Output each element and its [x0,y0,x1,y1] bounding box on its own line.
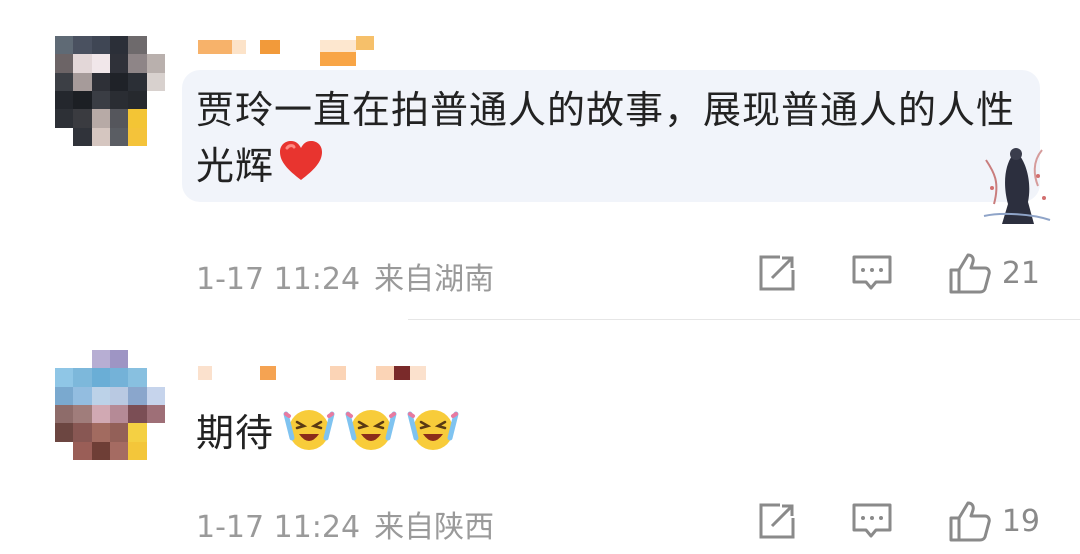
comment-location: 来自湖南 [374,262,495,297]
comment-icon [852,255,892,290]
red-heart-emoji [278,140,324,197]
comment-meta: 1-17 11:24 来自陕西 [196,502,494,546]
comment-actions: 19 [758,500,1040,542]
like-button[interactable]: 21 [948,252,1040,294]
share-icon [759,503,795,539]
comment-item: 期待 1-17 11:24 来自陕西 19 [0,320,1080,554]
comment-meta: 1-17 11:24 来自湖南 [196,254,494,298]
comment-location: 来自陕西 [374,510,495,545]
reply-button[interactable] [852,254,892,292]
username[interactable] [198,366,426,396]
comment-actions: 21 [758,252,1040,294]
avatar[interactable] [55,350,165,460]
like-icon [949,501,991,542]
comment-icon [852,503,892,538]
comment-time: 1-17 11:24 [196,262,361,297]
comment-time: 1-17 11:24 [196,510,361,545]
like-count: 21 [1001,255,1040,291]
laughing-emoji [344,404,398,467]
avatar[interactable] [55,36,165,146]
reply-button[interactable] [852,502,892,540]
share-button[interactable] [758,254,796,292]
comment-text: 贾玲一直在拍普通人的故事，展现普通人的人性光辉 [196,82,1026,197]
comment-text: 期待 [196,404,460,467]
comment-text-content: 期待 [196,411,275,455]
username[interactable] [198,34,374,66]
laughing-emoji [406,404,460,467]
like-count: 19 [1001,503,1040,539]
laughing-emoji [282,404,336,467]
share-button[interactable] [758,502,796,540]
share-icon [759,255,795,291]
comment-item: 贾玲一直在拍普通人的故事，展现普通人的人性光辉 1-17 11:24 来自湖南 [0,0,1080,320]
bubble-decoration-figure [972,142,1060,230]
like-button[interactable]: 19 [948,500,1040,542]
like-icon [949,253,991,294]
